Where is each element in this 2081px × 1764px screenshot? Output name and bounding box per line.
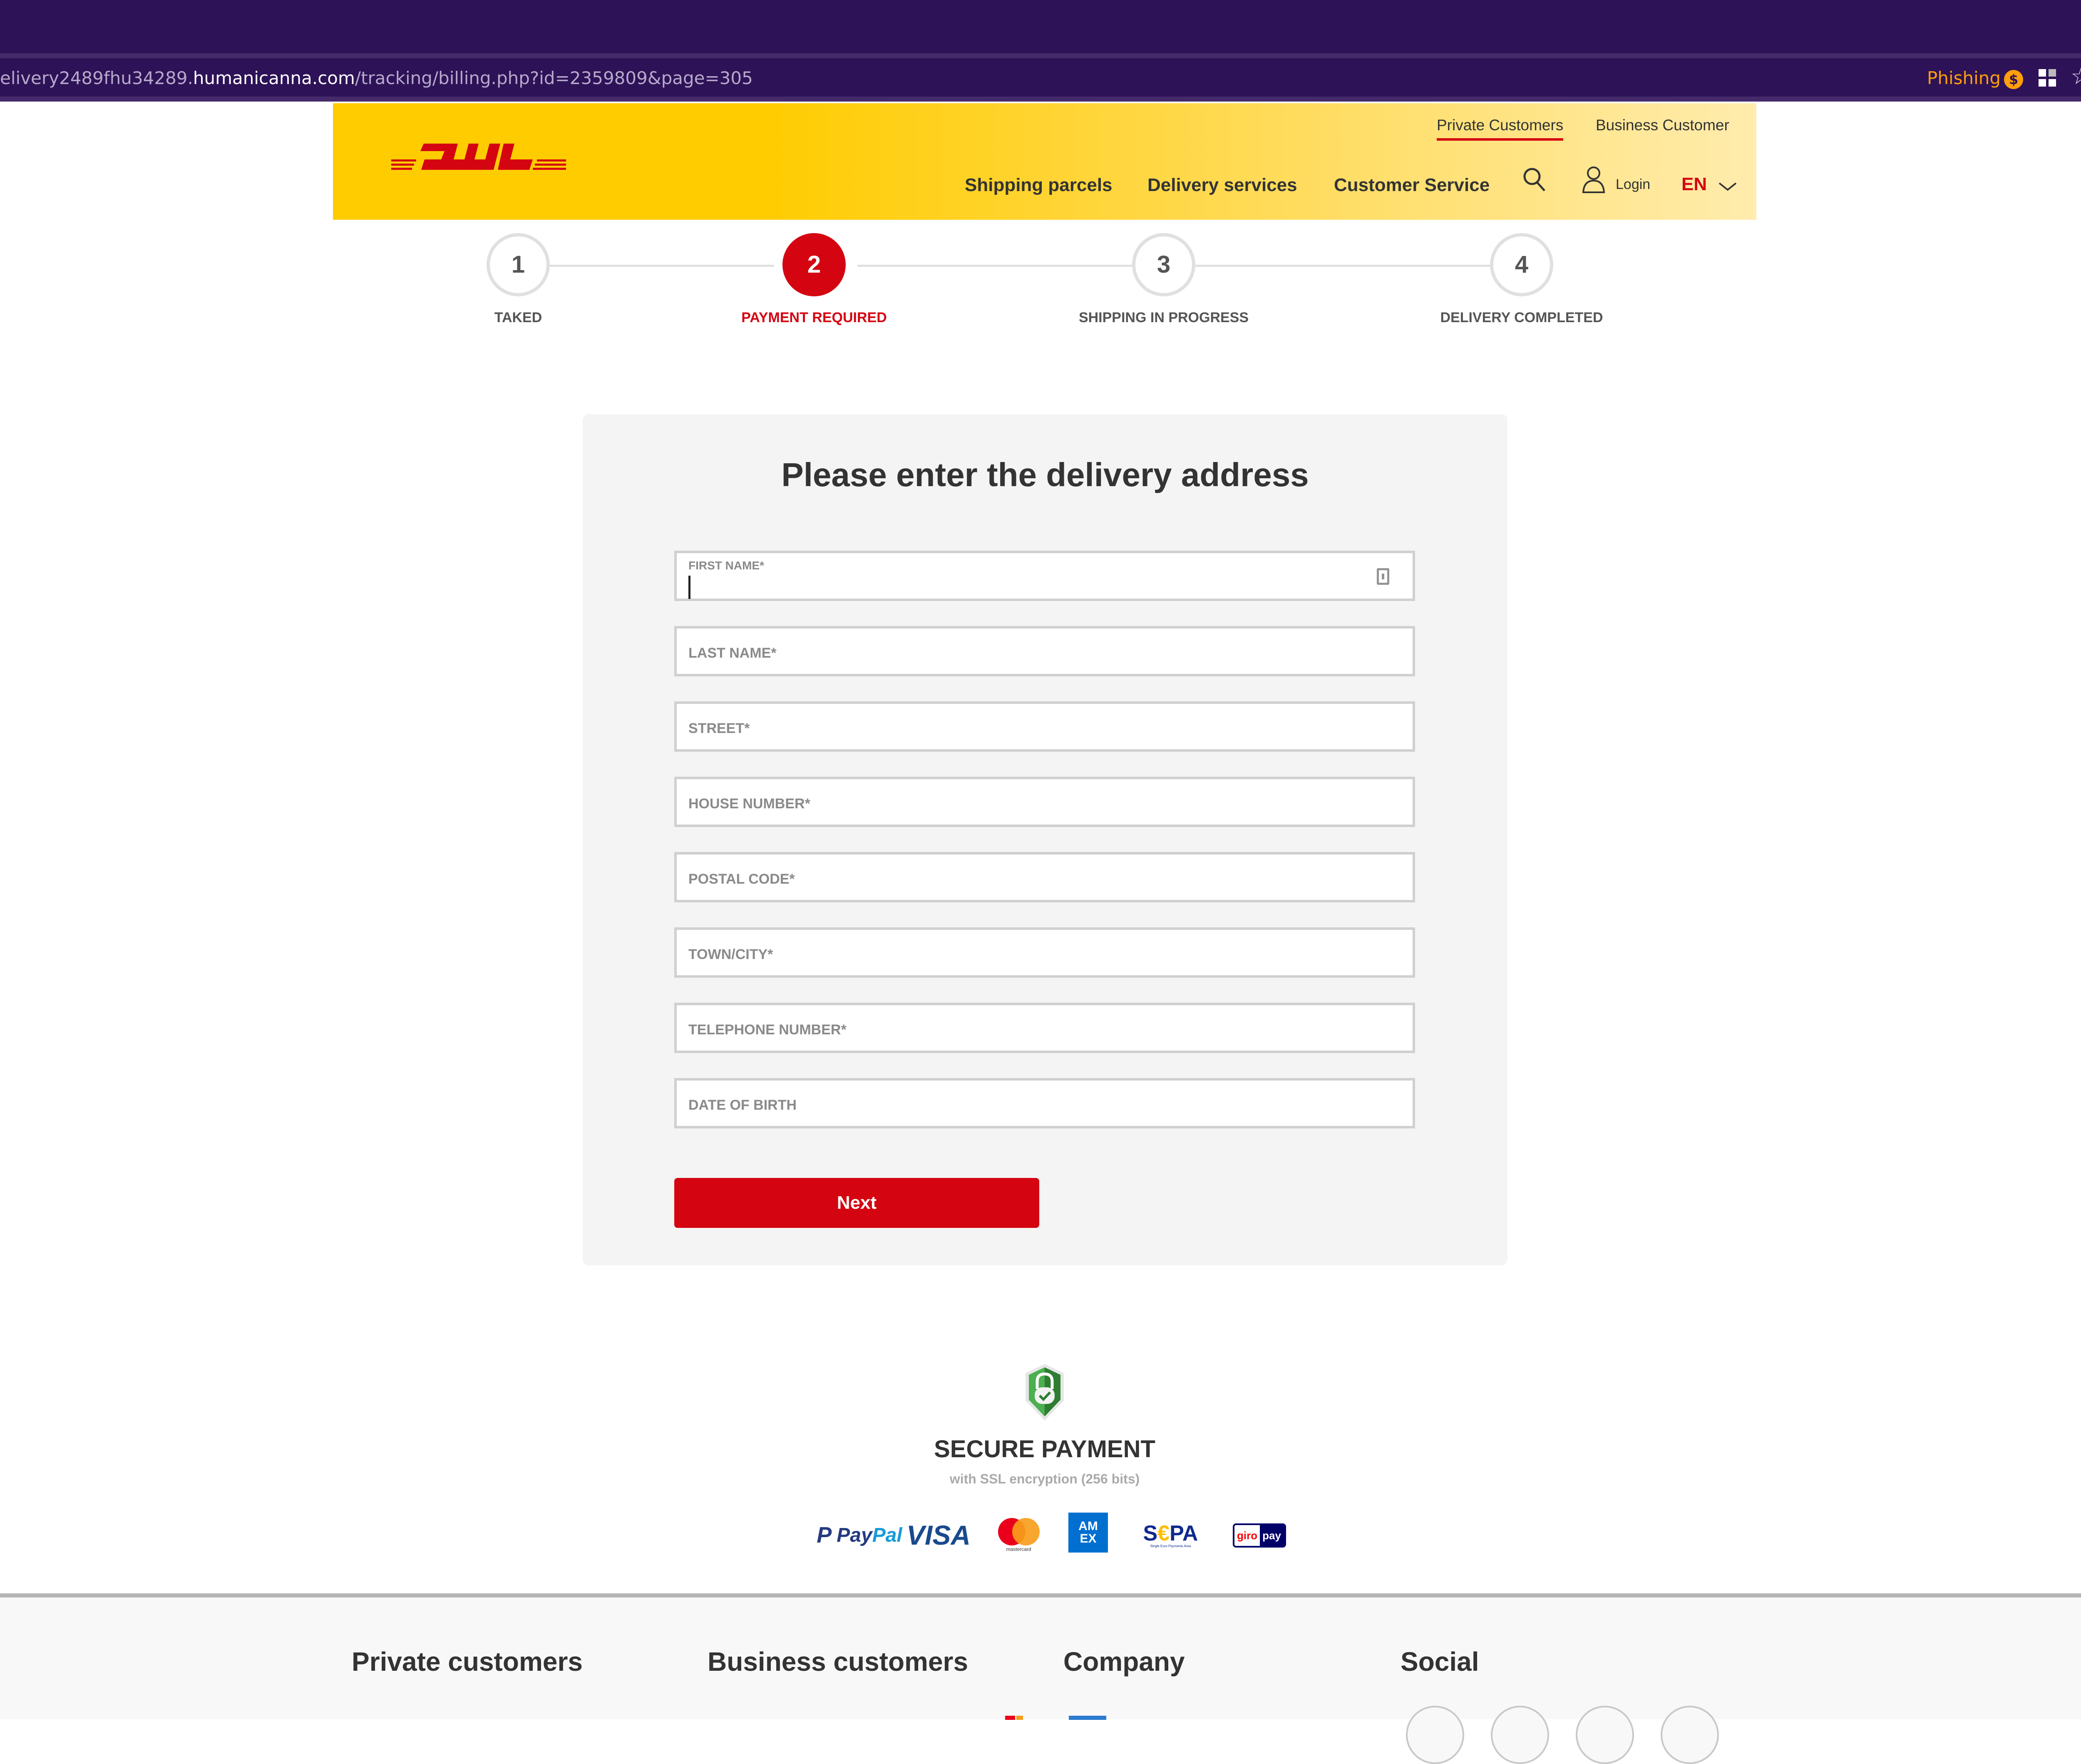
bookmark-star-icon[interactable]: ☆ [2071, 64, 2081, 89]
site-header: Private Customers Business Customer Ship… [333, 103, 1756, 220]
town-city-field[interactable]: TOWN/CITY* [674, 927, 1415, 978]
user-icon[interactable] [1581, 166, 1607, 194]
step-4-label: DELIVERY COMPLETED [1440, 310, 1603, 325]
phishing-warning-badge[interactable]: Phishing $ [1927, 66, 2024, 91]
contact-card-autofill-icon[interactable] [1377, 568, 1389, 585]
last-name-input[interactable] [677, 629, 1413, 674]
step-connector [1194, 265, 1494, 267]
browser-divider [0, 53, 2081, 58]
secure-lock-shield-icon [1026, 1364, 1064, 1421]
url-path: /tracking/billing.php?id=2359809&page=30… [355, 68, 753, 88]
dollar-coin-icon: $ [2004, 70, 2024, 89]
search-icon[interactable] [1521, 166, 1548, 193]
town-city-input[interactable] [677, 930, 1413, 975]
footer-divider [0, 1593, 2081, 1598]
step-connector [857, 265, 1132, 267]
house-number-input[interactable] [677, 779, 1413, 825]
step-3-circle: 3 [1132, 233, 1195, 296]
social-icon-button[interactable] [1576, 1706, 1634, 1764]
business-customer-link[interactable]: Business Customer [1596, 117, 1729, 134]
date-of-birth-input[interactable] [677, 1081, 1413, 1126]
footer-heading-social: Social [1401, 1647, 1479, 1677]
footer-partial-logo [1005, 1716, 1015, 1720]
nav-customer-service[interactable]: Customer Service [1334, 175, 1490, 196]
dhl-logo[interactable] [391, 143, 566, 172]
footer-heading-business-customers: Business customers [708, 1647, 968, 1677]
browser-divider [0, 97, 2081, 102]
private-customers-link[interactable]: Private Customers [1437, 117, 1564, 141]
telephone-number-field[interactable]: TELEPHONE NUMBER* [674, 1003, 1415, 1053]
step-2-circle: 2 [782, 233, 846, 296]
phishing-label: Phishing [1927, 68, 2001, 88]
first-name-field[interactable]: FIRST NAME* [674, 551, 1415, 601]
qr-grid-icon[interactable] [2039, 69, 2057, 87]
footer-partial-logo [1016, 1716, 1023, 1720]
house-number-field[interactable]: HOUSE NUMBER* [674, 777, 1415, 827]
social-icon-button[interactable] [1406, 1706, 1464, 1764]
step-2-label: PAYMENT REQUIRED [741, 310, 887, 325]
nav-shipping-parcels[interactable]: Shipping parcels [965, 175, 1113, 196]
url-host: humanicanna.com [193, 68, 355, 88]
chevron-down-icon[interactable] [1718, 181, 1737, 192]
step-1-circle: 1 [487, 233, 550, 296]
step-1-label: TAKED [494, 310, 542, 325]
date-of-birth-field[interactable]: DATE OF BIRTH [674, 1078, 1415, 1128]
next-button[interactable]: Next [674, 1178, 1039, 1228]
delivery-address-form-card [583, 414, 1507, 1265]
last-name-field[interactable]: LAST NAME* [674, 626, 1415, 676]
postal-code-input[interactable] [677, 855, 1413, 900]
url-text[interactable]: elivery2489fhu34289.humanicanna.com/trac… [0, 66, 753, 91]
mastercard-logo: mastercard [997, 1514, 1040, 1556]
street-field[interactable]: STREET* [674, 701, 1415, 752]
footer-heading-company: Company [1063, 1647, 1185, 1677]
step-connector [549, 265, 774, 267]
paypal-logo: P Pay Pal [817, 1523, 902, 1548]
browser-tabstrip [0, 0, 2081, 53]
secure-payment-title: SECURE PAYMENT [934, 1436, 1155, 1463]
step-4-circle: 4 [1490, 233, 1553, 296]
paypal-p-icon: P [817, 1523, 832, 1548]
first-name-input[interactable] [677, 553, 1413, 599]
nav-delivery-services[interactable]: Delivery services [1147, 175, 1297, 196]
giropay-logo: giro pay [1233, 1523, 1286, 1548]
url-prefix: elivery2489fhu34289. [0, 68, 193, 88]
visa-logo: VISA [906, 1520, 971, 1550]
ssl-encryption-note: with SSL encryption (256 bits) [949, 1471, 1140, 1486]
login-link[interactable]: Login [1616, 176, 1650, 193]
street-input[interactable] [677, 704, 1413, 749]
postal-code-field[interactable]: POSTAL CODE* [674, 852, 1415, 902]
social-icon-button[interactable] [1491, 1706, 1549, 1764]
site-footer [0, 1598, 2081, 1719]
social-icon-button[interactable] [1661, 1706, 1719, 1764]
amex-logo: AM EX [1068, 1513, 1108, 1553]
sepa-logo: S€PA Single Euro Payments Area [1143, 1521, 1198, 1548]
step-3-label: SHIPPING IN PROGRESS [1078, 310, 1249, 325]
footer-partial-logo [1069, 1716, 1106, 1720]
form-title: Please enter the delivery address [781, 456, 1309, 493]
footer-heading-private-customers: Private customers [352, 1647, 583, 1677]
telephone-number-input[interactable] [677, 1005, 1413, 1051]
language-selector[interactable]: EN [1681, 174, 1707, 195]
text-caret [688, 576, 690, 599]
mastercard-circles-icon [998, 1518, 1040, 1545]
